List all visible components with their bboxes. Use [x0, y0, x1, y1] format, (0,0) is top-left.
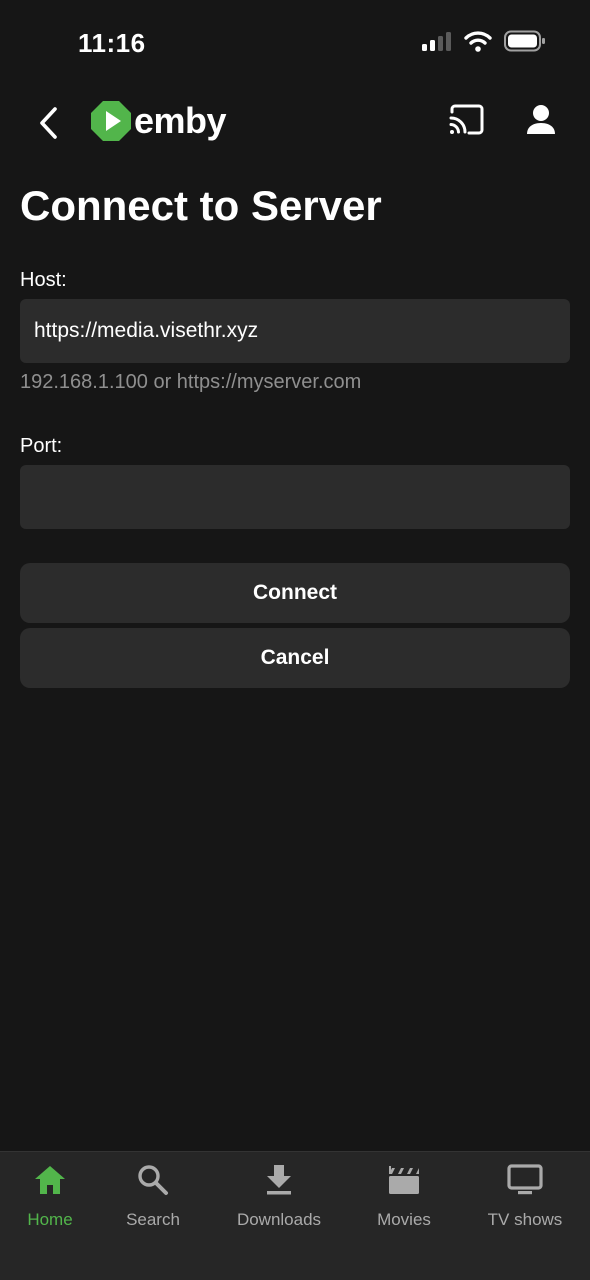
host-input[interactable]	[20, 299, 570, 363]
user-profile-button[interactable]	[522, 102, 562, 142]
cancel-button[interactable]: Cancel	[20, 628, 570, 688]
download-icon	[259, 1160, 299, 1200]
nav-label-downloads: Downloads	[236, 1210, 322, 1229]
host-label: Host:	[20, 269, 67, 291]
nav-item-search[interactable]: Search	[118, 1160, 188, 1230]
user-icon	[527, 105, 555, 134]
nav-item-home[interactable]: Home	[22, 1160, 78, 1230]
nav-item-tv-shows[interactable]: TV shows	[480, 1160, 570, 1230]
nav-label-tv-shows: TV shows	[487, 1210, 563, 1229]
back-button[interactable]	[28, 100, 68, 146]
emby-logo-icon	[91, 101, 131, 141]
screen: 11:16 emby Connect to Server Host: https…	[0, 0, 590, 1280]
cast-button[interactable]	[448, 104, 490, 144]
nav-label-movies: Movies	[377, 1210, 431, 1229]
home-icon	[30, 1160, 70, 1200]
battery-icon	[504, 30, 545, 52]
cellular-signal-icon	[422, 32, 451, 51]
wifi-icon	[464, 31, 492, 52]
connect-button[interactable]: Connect	[20, 563, 570, 623]
port-input[interactable]	[20, 465, 570, 529]
cast-icon	[449, 104, 484, 135]
host-hint: 192.168.1.100 or https://myserver.com	[20, 371, 362, 393]
search-icon	[133, 1160, 173, 1200]
status-bar: 11:16	[0, 0, 590, 88]
clapperboard-icon	[384, 1160, 424, 1200]
tv-icon	[505, 1160, 545, 1200]
bottom-nav: Home Search Downloads Movies TV shows	[0, 1151, 590, 1280]
app-header: emby	[0, 90, 590, 156]
nav-item-movies[interactable]: Movies	[370, 1160, 438, 1230]
page-title: Connect to Server	[20, 182, 382, 229]
nav-label-home: Home	[27, 1210, 73, 1229]
emby-logo: emby	[90, 100, 227, 142]
chevron-left-icon	[40, 107, 57, 139]
nav-item-downloads[interactable]: Downloads	[228, 1160, 330, 1230]
logo-text: emby	[134, 100, 227, 141]
status-icons	[422, 30, 546, 52]
status-time: 11:16	[78, 28, 146, 58]
nav-label-search: Search	[126, 1210, 180, 1229]
port-label: Port:	[20, 435, 63, 457]
